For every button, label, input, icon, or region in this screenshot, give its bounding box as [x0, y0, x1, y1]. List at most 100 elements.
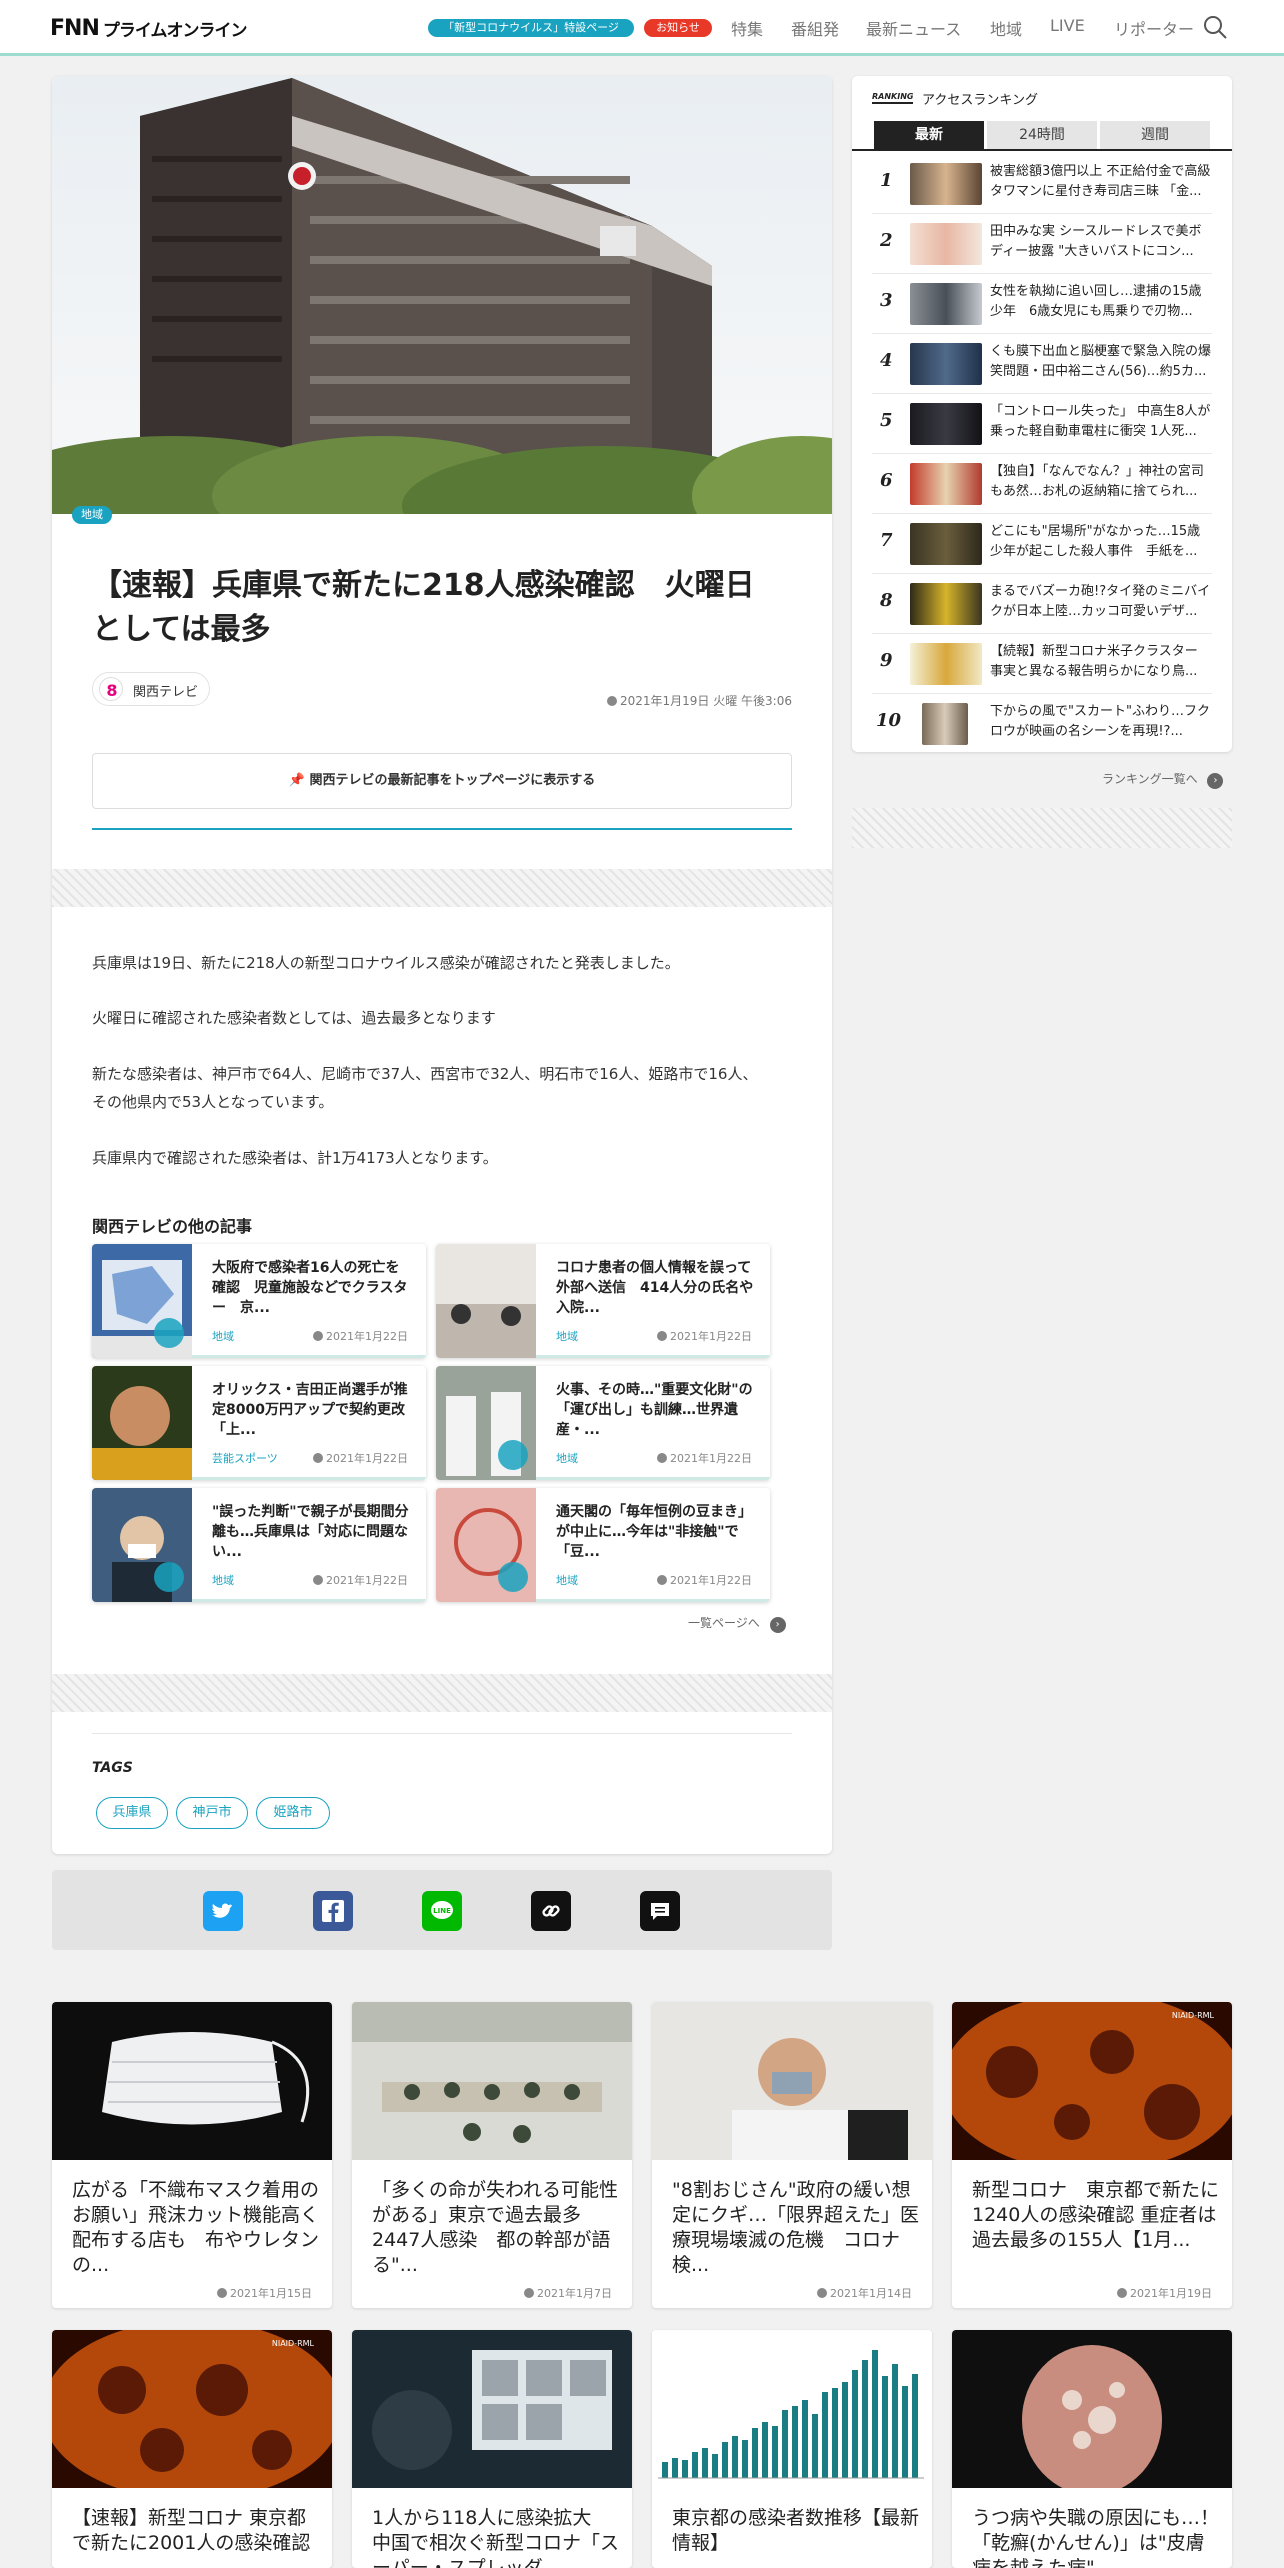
related-title-4: 火事、その時…"重要文化財"の「運び出し」も訓練…世界遺産・...: [556, 1382, 753, 1438]
bottom-card-date-3: 2021年1月14日: [817, 2285, 912, 2301]
clock-icon: [606, 696, 617, 706]
article-title-line2: としては最多: [92, 612, 271, 647]
nav-live[interactable]: LIVE: [1050, 16, 1085, 35]
related-cat-2: 地域: [556, 1330, 578, 1343]
bottom-card-title-7: 東京都の感染者数推移【最新情報】: [672, 2507, 920, 2554]
ranking-item-9[interactable]: 9 【続報】新型コロナ米子クラスター 事実と異なる報告明らかになり鳥...: [872, 634, 1212, 694]
ranking-tab-underline: [852, 149, 1232, 151]
related-date-5: 2021年1月22日: [313, 1572, 408, 1588]
bottom-card-7[interactable]: 東京都の感染者数推移【最新情報】: [652, 2330, 932, 2568]
bottom-card-image-8: [952, 2330, 1232, 2488]
video-icon: [498, 1440, 528, 1470]
bottom-card-date-4: 2021年1月19日: [1117, 2285, 1212, 2301]
site-logo[interactable]: FNN プライムオンライン: [50, 15, 248, 41]
nav-features[interactable]: 特集: [731, 16, 763, 40]
comment-icon[interactable]: [640, 1891, 680, 1931]
related-bar-5: [192, 1599, 426, 1602]
nav-region[interactable]: 地域: [990, 16, 1022, 40]
ranking-thumb: [910, 583, 982, 625]
ranking-item-4[interactable]: 4 くも膜下出血と脳梗塞で緊急入院の爆笑問題・田中裕二さん(56)…約5カ...: [872, 334, 1212, 394]
ranking-tab-weekly[interactable]: 週間: [1100, 121, 1210, 149]
related-article-5[interactable]: "誤った判断"で親子が長期間分離も…兵庫県は「対応に問題ない... 地域 202…: [92, 1488, 426, 1602]
related-more-label: 一覧ページへ: [688, 1616, 760, 1630]
ranking-tab-24h[interactable]: 24時間: [987, 121, 1097, 149]
bottom-card-5[interactable]: NIAID-RML 【速報】新型コロナ 東京都で新たに2001人の感染確認: [52, 2330, 332, 2568]
related-heading: 関西テレビの他の記事: [92, 1217, 253, 1236]
related-bar-3: [192, 1477, 426, 1480]
ranking-thumb: [910, 643, 982, 685]
related-bar-2: [536, 1355, 770, 1358]
ranking-badge: RANKING: [872, 92, 914, 104]
related-date-4: 2021年1月22日: [657, 1450, 752, 1466]
ranking-item-5[interactable]: 5 「コントロール失った」 中高生8人が乗った軽自動車電柱に衝突 1人死...: [872, 394, 1212, 454]
article-paragraph-1: 兵庫県は19日、新たに218人の新型コロナウイルス感染が確認されたと発表しました…: [92, 954, 680, 972]
related-more-link[interactable]: 一覧ページへ ›: [688, 1614, 786, 1633]
ranking-item-10[interactable]: 10 下からの風で"スカート"ふわり…フクロウが映画の名シーンを再現!?...: [872, 694, 1212, 750]
source-name: 関西テレビ: [133, 685, 199, 700]
video-icon: [498, 1562, 528, 1592]
related-article-3[interactable]: オリックス・吉田正尚選手が推定8000万円アップで契約更改 「上... 芸能スポ…: [92, 1366, 426, 1480]
pin-to-top-button[interactable]: 📌 関西テレビの最新記事をトップページに表示する: [92, 753, 792, 809]
related-bar-6: [536, 1599, 770, 1602]
twitter-icon[interactable]: [203, 1891, 243, 1931]
related-article-4[interactable]: 火事、その時…"重要文化財"の「運び出し」も訓練…世界遺産・... 地域 202…: [436, 1366, 770, 1480]
site-header: FNN プライムオンライン 「新型コロナウイルス」特設ページ お知らせ 特集 番…: [0, 0, 1284, 56]
ranking-more-link[interactable]: ランキング一覧へ ›: [1102, 770, 1224, 789]
line-icon[interactable]: LINE: [422, 1891, 462, 1931]
link-icon[interactable]: [531, 1891, 571, 1931]
ranking-item-7[interactable]: 7 どこにも"居場所"がなかった…15歳少年が起こした殺人事件 手紙を...: [872, 514, 1212, 574]
article-paragraph-3b: その他県内で53人となっています。: [92, 1093, 334, 1111]
logo-fnn: FNN: [50, 15, 100, 41]
source-chip[interactable]: 8 関西テレビ: [92, 672, 210, 706]
ranking-item-3[interactable]: 3 女性を執拗に追い回し…逮捕の15歳少年 6歳女児にも馬乗りで刃物...: [872, 274, 1212, 334]
bottom-card-image-4: NIAID-RML: [952, 2002, 1232, 2160]
article-title-line1: 【速報】兵庫県で新たに218人感染確認 火曜日: [92, 568, 755, 603]
bottom-card-title-1: 広がる「不織布マスク着用のお願い」飛沫カット機能高く配布する店も 布やウレタンの…: [72, 2179, 320, 2276]
pin-icon: 📌: [288, 773, 310, 788]
bottom-card-6[interactable]: 1人から118人に感染拡大 中国で相次ぐ新型コロナ「スーパー・スプレッダ: [352, 2330, 632, 2568]
article-date-text: 2021年1月19日 火曜 午後3:06: [619, 694, 792, 708]
search-icon[interactable]: [1202, 14, 1228, 40]
corona-special-button[interactable]: 「新型コロナウイルス」特設ページ: [428, 19, 634, 37]
ranking-thumb: [910, 463, 982, 505]
tag-himeji[interactable]: 姫路市: [256, 1797, 330, 1829]
related-article-1[interactable]: 大阪府で感染者16人の死亡を確認 児童施設などでクラスター 京... 地域 20…: [92, 1244, 426, 1358]
article-paragraph-3a: 新たな感染者は、神戸市で64人、尼崎市で37人、西宮市で32人、明石市で16人、…: [92, 1065, 758, 1083]
pin-label: 関西テレビの最新記事をトップページに表示する: [309, 773, 596, 788]
related-cat-5: 地域: [212, 1574, 234, 1587]
tag-kobe[interactable]: 神戸市: [176, 1797, 248, 1829]
related-article-2[interactable]: コロナ患者の個人情報を誤って外部へ送信 414人分の氏名や入院... 地域 20…: [436, 1244, 770, 1358]
ranking-item-1[interactable]: 1 被害総額3億円以上 不正給付金で高級タワマンに星付き寿司店三昧 「金...: [872, 154, 1212, 214]
related-article-6[interactable]: 通天閣の「毎年恒例の豆まき」が中止に…今年は"非接触"で「豆... 地域 202…: [436, 1488, 770, 1602]
bottom-card-1[interactable]: 広がる「不織布マスク着用のお願い」飛沫カット機能高く配布する店も 布やウレタンの…: [52, 2002, 332, 2308]
notice-button[interactable]: お知らせ: [644, 19, 712, 37]
facebook-icon[interactable]: [313, 1891, 353, 1931]
bottom-card-title-8: うつ病や失職の原因にも…！「乾癬(かんせん)」は"皮膚病を越えた病": [972, 2507, 1220, 2568]
bottom-card-4[interactable]: NIAID-RML 新型コロナ 東京都で新たに1240人の感染確認 重症者は過去…: [952, 2002, 1232, 2308]
ad-placeholder-top: [52, 869, 832, 907]
ranking-item-8[interactable]: 8 まるでバズーカ砲!?タイ発のミニバイクが日本上陸…カッコ可愛いデザ...: [872, 574, 1212, 634]
ranking-item-2[interactable]: 2 田中みな実 シースルードレスで美ボディー披露 "大きいバストにコン...: [872, 214, 1212, 274]
related-cat-1: 地域: [212, 1330, 234, 1343]
related-title-5: "誤った判断"で親子が長期間分離も…兵庫県は「対応に問題ない...: [212, 1504, 409, 1560]
video-icon: [154, 1318, 184, 1348]
bottom-card-8[interactable]: うつ病や失職の原因にも…！「乾癬(かんせん)」は"皮膚病を越えた病": [952, 2330, 1232, 2568]
related-title-2: コロナ患者の個人情報を誤って外部へ送信 414人分の氏名や入院...: [556, 1260, 754, 1316]
ranking-thumb: [910, 403, 982, 445]
article-paragraph-4: 兵庫県内で確認された感染者は、計1万4173人となります。: [92, 1149, 498, 1167]
ranking-item-6[interactable]: 6 【独自】「なんでなん？」神社の宮司もあ然…お札の返納箱に捨てられ...: [872, 454, 1212, 514]
ranking-tab-latest[interactable]: 最新: [874, 121, 984, 149]
nav-reporter[interactable]: リポーター: [1114, 16, 1194, 40]
tag-hyogo[interactable]: 兵庫県: [96, 1797, 168, 1829]
bottom-card-date-1: 2021年1月15日: [217, 2285, 312, 2301]
related-title-3: オリックス・吉田正尚選手が推定8000万円アップで契約更改 「上...: [212, 1382, 412, 1438]
nav-latest-news[interactable]: 最新ニュース: [866, 16, 961, 40]
ranking-more-label: ランキング一覧へ: [1102, 772, 1198, 786]
ranking-title: アクセスランキング: [922, 93, 1038, 108]
nav-programs[interactable]: 番組発: [791, 16, 839, 40]
article-category-badge[interactable]: 地域: [72, 506, 112, 524]
related-date-2: 2021年1月22日: [657, 1328, 752, 1344]
bottom-card-2[interactable]: 「多くの命が失われる可能性がある」東京で過去最多2447人感染 都の幹部が語る"…: [352, 2002, 632, 2308]
hero-image: [52, 76, 832, 514]
bottom-card-3[interactable]: "8割おじさん"政府の緩い想定にクギ…「限界超えた」医療現場壊滅の危機 コロナ検…: [652, 2002, 932, 2308]
